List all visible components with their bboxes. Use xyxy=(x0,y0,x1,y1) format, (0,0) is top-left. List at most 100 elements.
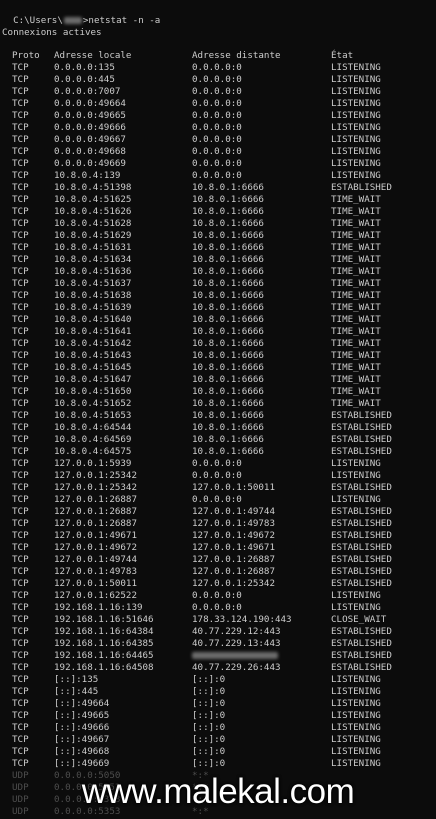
cell-remote: 10.8.0.1:6666 xyxy=(192,242,264,253)
table-row: TCP 10.8.0.4:51643 10.8.0.1:6666 TIME_WAIT xyxy=(0,350,436,362)
table-row: TCP [::]:135 [::]:0 LISTENING xyxy=(0,674,436,686)
header-local-address: Adresse locale xyxy=(54,50,132,61)
cell-local: 0.0.0.0:49666 xyxy=(54,122,126,133)
table-row: TCP 127.0.0.1:49672 127.0.0.1:49671 ESTABLI… xyxy=(0,542,436,554)
cell-state: ESTABLISHED xyxy=(331,554,392,565)
cell-local: [::]:135 xyxy=(54,674,99,685)
table-row: TCP 192.168.1.16:64384 40.77.229.12:443 EST… xyxy=(0,626,436,638)
cell-local: 192.168.1.16:64465 xyxy=(54,650,154,661)
cell-proto: TCP xyxy=(12,482,29,493)
cell-proto: TCP xyxy=(12,650,29,661)
cell-proto: TCP xyxy=(12,146,29,157)
cell-proto: TCP xyxy=(12,674,29,685)
cell-remote: 0.0.0.0:0 xyxy=(192,110,242,121)
cell-proto: TCP xyxy=(12,710,29,721)
cell-remote: 10.8.0.1:6666 xyxy=(192,434,264,445)
cell-state: ESTABLISHED xyxy=(331,638,392,649)
cell-local: 10.8.0.4:64575 xyxy=(54,446,132,457)
cell-state: ESTABLISHED xyxy=(331,566,392,577)
table-row: TCP 10.8.0.4:51638 10.8.0.1:6666 TIME_WAIT xyxy=(0,290,436,302)
table-row: TCP [::]:445 [::]:0 LISTENING xyxy=(0,686,436,698)
cell-state: LISTENING xyxy=(331,686,381,697)
cell-state: TIME_WAIT xyxy=(331,350,381,361)
cell-local: 192.168.1.16:64385 xyxy=(54,638,154,649)
table-row: TCP 10.8.0.4:51645 10.8.0.1:6666 TIME_WAIT xyxy=(0,362,436,374)
cell-remote: 10.8.0.1:6666 xyxy=(192,290,264,301)
cell-local: 0.0.0.0:49667 xyxy=(54,134,126,145)
cell-remote: 10.8.0.1:6666 xyxy=(192,398,264,409)
table-row: TCP 10.8.0.4:51634 10.8.0.1:6666 TIME_WAIT xyxy=(0,254,436,266)
cell-remote: 10.8.0.1:6666 xyxy=(192,362,264,373)
redacted-address xyxy=(192,652,278,659)
cell-remote: 0.0.0.0:0 xyxy=(192,602,242,613)
cell-state: LISTENING xyxy=(331,146,381,157)
cell-remote: [::]:0 xyxy=(192,746,226,757)
cell-local: [::]:49665 xyxy=(54,710,110,721)
cell-state: TIME_WAIT xyxy=(331,362,381,373)
cell-state: ESTABLISHED xyxy=(331,434,392,445)
cell-local: 10.8.0.4:51653 xyxy=(54,410,132,421)
cell-state: LISTENING xyxy=(331,674,381,685)
cell-local: 10.8.0.4:51638 xyxy=(54,290,132,301)
cell-remote: 0.0.0.0:0 xyxy=(192,494,242,505)
cell-remote: 10.8.0.1:6666 xyxy=(192,338,264,349)
table-row: TCP 10.8.0.4:51640 10.8.0.1:6666 TIME_WAIT xyxy=(0,314,436,326)
cell-local: 192.168.1.16:139 xyxy=(54,602,143,613)
cell-local: 127.0.0.1:26887 xyxy=(54,506,137,517)
table-row: TCP 0.0.0.0:7007 0.0.0.0:0 LISTENING xyxy=(0,86,436,98)
table-row: TCP 192.168.1.16:64508 40.77.229.26:443 EST… xyxy=(0,662,436,674)
cell-proto: TCP xyxy=(12,758,29,769)
cell-local: 10.8.0.4:51398 xyxy=(54,182,132,193)
table-row: TCP 192.168.1.16:64385 40.77.229.13:443 EST… xyxy=(0,638,436,650)
cell-proto: TCP xyxy=(12,218,29,229)
cell-local: 127.0.0.1:25342 xyxy=(54,470,137,481)
cell-proto: TCP xyxy=(12,254,29,265)
cell-remote: 10.8.0.1:6666 xyxy=(192,230,264,241)
cell-state: TIME_WAIT xyxy=(331,326,381,337)
cell-remote: 127.0.0.1:49672 xyxy=(192,530,275,541)
cell-remote: 0.0.0.0:0 xyxy=(192,170,242,181)
cell-proto: TCP xyxy=(12,374,29,385)
cell-state: TIME_WAIT xyxy=(331,230,381,241)
cell-state: TIME_WAIT xyxy=(331,278,381,289)
cell-remote: 0.0.0.0:0 xyxy=(192,470,242,481)
cell-state: ESTABLISHED xyxy=(331,650,392,661)
cell-remote: [::]:0 xyxy=(192,734,226,745)
cell-remote: 127.0.0.1:26887 xyxy=(192,566,275,577)
cell-state: TIME_WAIT xyxy=(331,302,381,313)
table-header: Proto Adresse locale Adresse distante Ét… xyxy=(0,50,436,62)
table-row: TCP [::]:49667 [::]:0 LISTENING xyxy=(0,734,436,746)
cell-remote: 40.77.229.12:443 xyxy=(192,626,281,637)
cell-local: 127.0.0.1:25342 xyxy=(54,482,137,493)
header-proto: Proto xyxy=(12,50,40,61)
table-row: TCP 0.0.0.0:135 0.0.0.0:0 LISTENING xyxy=(0,62,436,74)
cell-state: LISTENING xyxy=(331,494,381,505)
cell-proto: TCP xyxy=(12,290,29,301)
cell-proto: TCP xyxy=(12,242,29,253)
cell-local: 0.0.0.0:49668 xyxy=(54,146,126,157)
cell-remote: 10.8.0.1:6666 xyxy=(192,410,264,421)
cell-remote: 40.77.229.13:443 xyxy=(192,638,281,649)
table-row: TCP 127.0.0.1:62522 0.0.0.0:0 LISTENING xyxy=(0,590,436,602)
redacted-username xyxy=(63,17,82,24)
cell-state: ESTABLISHED xyxy=(331,410,392,421)
cell-state: ESTABLISHED xyxy=(331,662,392,673)
command-prompt[interactable]: C:\Users\ >netstat -n -a xyxy=(2,3,160,26)
cell-proto: TCP xyxy=(12,206,29,217)
table-row: TCP 0.0.0.0:49667 0.0.0.0:0 LISTENING xyxy=(0,134,436,146)
cell-remote: 127.0.0.1:49744 xyxy=(192,506,275,517)
cell-proto: TCP xyxy=(12,746,29,757)
cell-state: LISTENING xyxy=(331,590,381,601)
cell-proto: TCP xyxy=(12,626,29,637)
cell-remote: 0.0.0.0:0 xyxy=(192,134,242,145)
cell-proto: TCP xyxy=(12,278,29,289)
cell-local: 0.0.0.0:49669 xyxy=(54,158,126,169)
cell-local: 127.0.0.1:26887 xyxy=(54,518,137,529)
table-row: TCP 192.168.1.16:139 0.0.0.0:0 LISTENING xyxy=(0,602,436,614)
cell-proto: TCP xyxy=(12,614,29,625)
cell-remote: 0.0.0.0:0 xyxy=(192,158,242,169)
table-row: TCP 10.8.0.4:51647 10.8.0.1:6666 TIME_WAIT xyxy=(0,374,436,386)
cell-proto: TCP xyxy=(12,422,29,433)
cell-proto: TCP xyxy=(12,134,29,145)
cell-state: LISTENING xyxy=(331,86,381,97)
